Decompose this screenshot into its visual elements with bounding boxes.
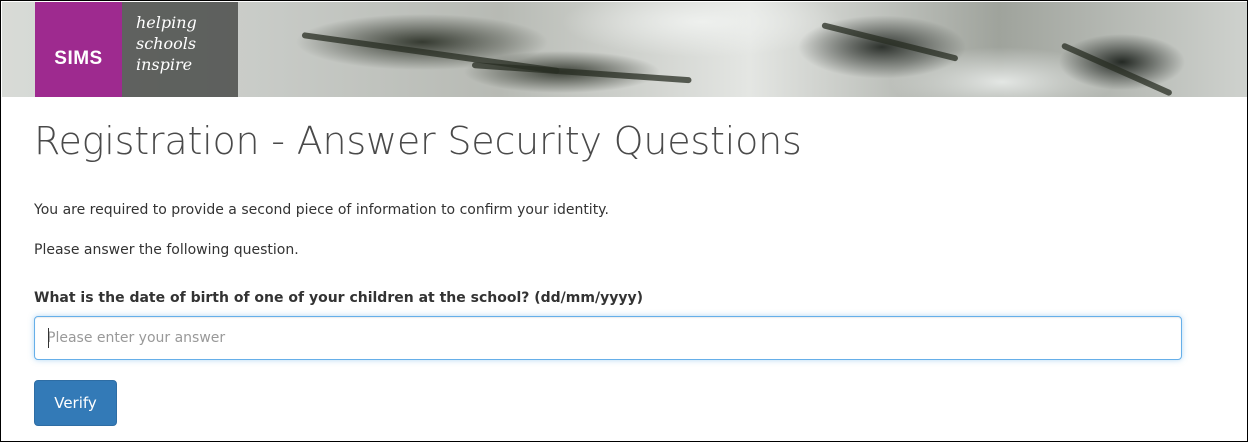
instruction-text: Please answer the following question.: [34, 242, 299, 258]
page-title: Registration - Answer Security Questions: [34, 119, 802, 163]
text-caret: [48, 328, 49, 348]
page-frame: SIMS helping schools inspire Registratio…: [0, 0, 1248, 442]
logo-tagline: helping schools inspire: [122, 2, 238, 97]
security-question-label: What is the date of birth of one of your…: [34, 290, 643, 306]
tagline-line: helping: [136, 13, 197, 32]
header-banner: SIMS helping schools inspire: [2, 2, 1247, 97]
banner-decoration: [1060, 42, 1173, 97]
verify-button[interactable]: Verify: [34, 380, 117, 426]
tagline-line: inspire: [136, 55, 193, 74]
logo-text: SIMS: [54, 47, 103, 69]
sims-logo: SIMS helping schools inspire: [35, 2, 238, 97]
answer-input[interactable]: [34, 316, 1182, 360]
banner-decoration: [471, 62, 692, 84]
logo-sims-box: SIMS: [35, 2, 122, 97]
intro-text: You are required to provide a second pie…: [34, 202, 609, 218]
banner-decoration: [821, 22, 959, 62]
tagline-line: schools: [136, 34, 197, 53]
